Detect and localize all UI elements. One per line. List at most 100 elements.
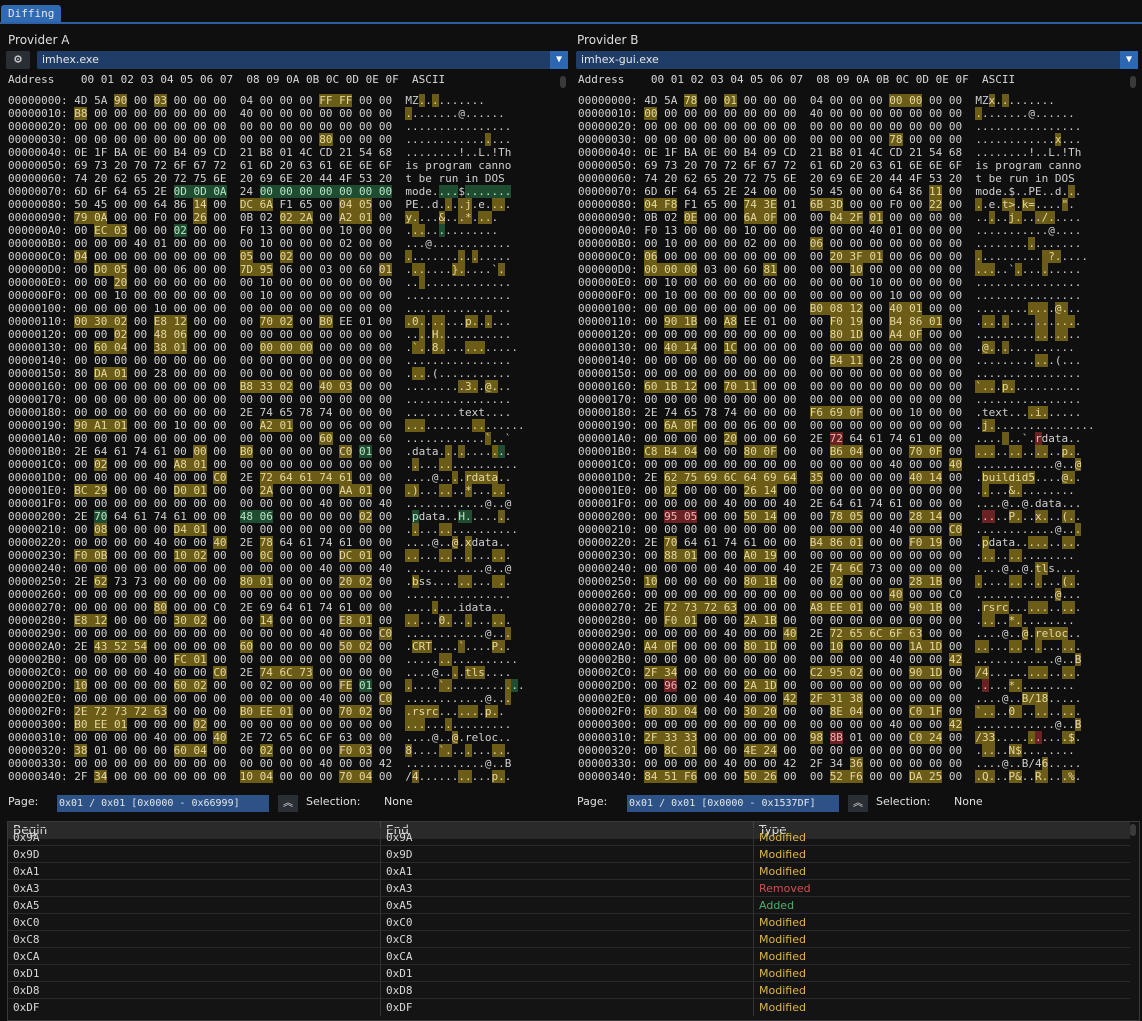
table-row[interactable]: 0xC8 0xC8 Modified xyxy=(8,930,1130,948)
hex-a-row[interactable]: 00000040: 0E 1F BA 0E 00 B4 09 CD 21 B8 … xyxy=(8,146,556,159)
hex-b-row[interactable]: 000002F0: 60 8D 04 00 00 30 20 00 00 8E … xyxy=(578,705,1126,718)
hex-b-row[interactable]: 00000170: 00 00 00 00 00 00 00 00 00 00 … xyxy=(578,393,1126,406)
hex-b-row[interactable]: 00000250: 10 00 00 00 00 80 1B 00 00 02 … xyxy=(578,575,1126,588)
hex-a-row[interactable]: 000002E0: 00 00 00 00 00 00 00 00 00 00 … xyxy=(8,692,556,705)
hex-a-row[interactable]: 00000230: F0 0B 00 00 00 10 02 00 00 0C … xyxy=(8,549,556,562)
hex-b-row[interactable]: 000002B0: 00 00 00 00 00 00 00 00 00 00 … xyxy=(578,653,1126,666)
hex-b-row[interactable]: 00000270: 2E 72 73 72 63 00 00 00 A8 EE … xyxy=(578,601,1126,614)
hex-a-row[interactable]: 00000150: 80 DA 01 00 28 00 00 00 00 00 … xyxy=(8,367,556,380)
hex-a-row[interactable]: 00000290: 00 00 00 00 00 00 00 00 00 00 … xyxy=(8,627,556,640)
hex-a-row[interactable]: 00000190: 90 A1 01 00 00 10 00 00 00 A2 … xyxy=(8,419,556,432)
scrollbar-a[interactable] xyxy=(560,76,566,88)
hex-b-row[interactable]: 00000190: 00 6A 0F 00 00 06 00 00 00 00 … xyxy=(578,419,1126,432)
table-row[interactable]: 0xD1 0xD1 Modified xyxy=(8,964,1130,982)
hex-b-row[interactable]: 000002E0: 00 00 00 00 40 00 00 42 2F 31 … xyxy=(578,692,1126,705)
hex-a-row[interactable]: 00000130: 00 60 04 00 38 01 00 00 00 00 … xyxy=(8,341,556,354)
hex-a-row[interactable]: 00000060: 74 20 62 65 20 72 75 6E 20 69 … xyxy=(8,172,556,185)
hex-a-row[interactable]: 000001B0: 2E 64 61 74 61 00 00 00 B0 00 … xyxy=(8,445,556,458)
hex-b-row[interactable]: 00000280: 00 F0 01 00 00 2A 1B 00 00 00 … xyxy=(578,614,1126,627)
hex-b-row[interactable]: 000001A0: 00 00 00 00 20 00 00 60 2E 72 … xyxy=(578,432,1126,445)
hex-a-row[interactable]: 00000120: 00 00 02 00 48 06 00 00 00 00 … xyxy=(8,328,556,341)
table-row[interactable]: 0xD8 0xD8 Modified xyxy=(8,981,1130,999)
table-row[interactable]: 0xDF 0xDF Modified xyxy=(8,998,1130,1016)
hex-b-row[interactable]: 00000240: 00 00 00 00 40 00 00 40 2E 74 … xyxy=(578,562,1126,575)
hex-b-row[interactable]: 00000070: 6D 6F 64 65 2E 24 00 00 50 45 … xyxy=(578,185,1126,198)
hex-a-row[interactable]: 000001C0: 00 02 00 00 00 A8 01 00 00 00 … xyxy=(8,458,556,471)
hex-a-row[interactable]: 000000A0: 00 EC 03 00 00 02 00 00 F0 13 … xyxy=(8,224,556,237)
hex-b-row[interactable]: 00000010: 00 00 00 00 00 00 00 00 40 00 … xyxy=(578,107,1126,120)
hex-b-row[interactable]: 00000080: 04 F8 F1 65 00 74 3E 01 6B 3D … xyxy=(578,198,1126,211)
hex-a-row[interactable]: 000000C0: 04 00 00 00 00 00 00 00 05 00 … xyxy=(8,250,556,263)
tab-diffing[interactable]: Diffing xyxy=(1,5,62,22)
hex-a-row[interactable]: 00000280: E8 12 00 00 00 30 02 00 00 14 … xyxy=(8,614,556,627)
double-chevron-up-icon[interactable]: ︽ xyxy=(278,795,298,812)
hex-a-row[interactable]: 000001E0: BC 29 00 00 00 D0 01 00 00 2A … xyxy=(8,484,556,497)
hex-a-row[interactable]: 00000180: 00 00 00 00 00 00 00 00 2E 74 … xyxy=(8,406,556,419)
hex-a-row[interactable]: 000000B0: 00 00 00 40 01 00 00 00 00 10 … xyxy=(8,237,556,250)
hex-b-row[interactable]: 00000210: 00 00 00 00 00 00 00 00 00 00 … xyxy=(578,523,1126,536)
hex-a-row[interactable]: 00000320: 38 01 00 00 00 60 04 00 00 02 … xyxy=(8,744,556,757)
table-row[interactable]: 0xA1 0xA1 Modified xyxy=(8,862,1130,880)
hex-a-row[interactable]: 00000110: 00 30 02 00 E8 12 00 00 00 70 … xyxy=(8,315,556,328)
hex-a-row[interactable]: 000002B0: 00 00 00 00 00 FC 01 00 00 00 … xyxy=(8,653,556,666)
hex-b-row[interactable]: 000000E0: 00 10 00 00 00 00 00 00 00 00 … xyxy=(578,276,1126,289)
hex-a-row[interactable]: 00000090: 79 0A 00 00 F0 00 26 00 0B 02 … xyxy=(8,211,556,224)
hex-b-row[interactable]: 00000110: 00 90 1B 00 A8 EE 01 00 00 F0 … xyxy=(578,315,1126,328)
hex-b-row[interactable]: 000000C0: 06 00 00 00 00 00 00 00 00 20 … xyxy=(578,250,1126,263)
hex-view-a[interactable]: 00000000: 4D 5A 90 00 03 00 00 00 04 00 … xyxy=(8,94,556,790)
page-input-b[interactable]: 0x01 / 0x01 [0x0000 - 0x1537DF] xyxy=(627,795,839,812)
table-row[interactable]: 0xCA 0xCA Modified xyxy=(8,947,1130,965)
hex-b-row[interactable]: 00000040: 0E 1F BA 0E 00 B4 09 CD 21 B8 … xyxy=(578,146,1126,159)
hex-b-row[interactable]: 000001C0: 00 00 00 00 00 00 00 00 00 00 … xyxy=(578,458,1126,471)
table-scrollbar[interactable] xyxy=(1130,824,1136,836)
hex-b-row[interactable]: 000000B0: 00 10 00 00 00 02 00 00 06 00 … xyxy=(578,237,1126,250)
hex-a-row[interactable]: 00000020: 00 00 00 00 00 00 00 00 00 00 … xyxy=(8,120,556,133)
hex-a-row[interactable]: 000002A0: 2E 43 52 54 00 00 00 00 60 00 … xyxy=(8,640,556,653)
triangle-down-icon[interactable]: ▼ xyxy=(550,51,568,69)
hex-a-row[interactable]: 00000080: 50 45 00 00 64 86 14 00 DC 6A … xyxy=(8,198,556,211)
hex-a-row[interactable]: 00000240: 00 00 00 00 00 00 00 00 00 00 … xyxy=(8,562,556,575)
hex-a-row[interactable]: 00000010: B8 00 00 00 00 00 00 00 40 00 … xyxy=(8,107,556,120)
scrollbar-b[interactable] xyxy=(1130,76,1136,88)
hex-b-row[interactable]: 000002D0: 00 96 02 00 00 2A 1D 00 00 00 … xyxy=(578,679,1126,692)
hex-a-row[interactable]: 000000E0: 00 00 20 00 00 00 00 00 00 10 … xyxy=(8,276,556,289)
hex-a-row[interactable]: 00000170: 00 00 00 00 00 00 00 00 00 00 … xyxy=(8,393,556,406)
hex-b-row[interactable]: 000001F0: 00 00 00 00 40 00 00 40 2E 64 … xyxy=(578,497,1126,510)
hex-a-row[interactable]: 00000050: 69 73 20 70 72 6F 67 72 61 6D … xyxy=(8,159,556,172)
hex-b-row[interactable]: 000002A0: A4 0F 00 00 00 80 1D 00 00 10 … xyxy=(578,640,1126,653)
hex-a-row[interactable]: 00000260: 00 00 00 00 00 00 00 00 00 00 … xyxy=(8,588,556,601)
gear-icon[interactable]: ⚙ xyxy=(6,51,30,69)
hex-a-row[interactable]: 00000200: 2E 70 64 61 74 61 00 00 48 06 … xyxy=(8,510,556,523)
hex-a-row[interactable]: 000001A0: 00 00 00 00 00 00 00 00 00 00 … xyxy=(8,432,556,445)
hex-b-row[interactable]: 000001E0: 00 02 00 00 00 26 14 00 00 00 … xyxy=(578,484,1126,497)
provider-a-select[interactable]: imhex.exe ▼ xyxy=(37,51,568,69)
hex-b-row[interactable]: 00000140: 00 00 00 00 00 00 00 00 00 B4 … xyxy=(578,354,1126,367)
hex-b-row[interactable]: 000001D0: 2E 62 75 69 6C 64 69 64 35 00 … xyxy=(578,471,1126,484)
hex-a-row[interactable]: 00000310: 00 00 00 00 40 00 00 40 2E 72 … xyxy=(8,731,556,744)
hex-a-row[interactable]: 00000270: 00 00 00 00 80 00 00 C0 2E 69 … xyxy=(8,601,556,614)
provider-b-select[interactable]: imhex-gui.exe ▼ xyxy=(576,51,1138,69)
hex-a-row[interactable]: 000002F0: 2E 72 73 72 63 00 00 00 B0 EE … xyxy=(8,705,556,718)
hex-a-row[interactable]: 000001D0: 00 00 00 00 40 00 00 C0 2E 72 … xyxy=(8,471,556,484)
hex-a-row[interactable]: 00000220: 00 00 00 00 40 00 00 40 2E 78 … xyxy=(8,536,556,549)
hex-b-row[interactable]: 000002C0: 2F 34 00 00 00 00 00 00 C2 95 … xyxy=(578,666,1126,679)
hex-b-row[interactable]: 00000260: 00 00 00 00 00 00 00 00 00 00 … xyxy=(578,588,1126,601)
hex-b-row[interactable]: 00000320: 00 8C 01 00 00 4E 24 00 00 00 … xyxy=(578,744,1126,757)
hex-b-row[interactable]: 00000300: 00 00 00 00 00 00 00 00 00 00 … xyxy=(578,718,1126,731)
hex-a-row[interactable]: 000000D0: 00 D0 05 00 00 06 00 00 7D 95 … xyxy=(8,263,556,276)
hex-b-row[interactable]: 00000310: 2F 33 33 00 00 00 00 00 98 8B … xyxy=(578,731,1126,744)
hex-a-row[interactable]: 00000160: 00 00 00 00 00 00 00 00 B8 33 … xyxy=(8,380,556,393)
table-row[interactable]: 0xC0 0xC0 Modified xyxy=(8,913,1130,931)
hex-a-row[interactable]: 00000030: 00 00 00 00 00 00 00 00 00 00 … xyxy=(8,133,556,146)
hex-a-row[interactable]: 00000000: 4D 5A 90 00 03 00 00 00 04 00 … xyxy=(8,94,556,107)
hex-a-row[interactable]: 00000340: 2F 34 00 00 00 00 00 00 10 04 … xyxy=(8,770,556,783)
table-row[interactable]: 0xA5 0xA5 Added xyxy=(8,896,1130,914)
hex-b-row[interactable]: 00000030: 00 00 00 00 00 00 00 00 00 00 … xyxy=(578,133,1126,146)
hex-b-row[interactable]: 00000220: 2E 70 64 61 74 61 00 00 B4 86 … xyxy=(578,536,1126,549)
hex-b-row[interactable]: 00000060: 74 20 62 65 20 72 75 6E 20 69 … xyxy=(578,172,1126,185)
hex-a-row[interactable]: 00000330: 00 00 00 00 00 00 00 00 00 00 … xyxy=(8,757,556,770)
hex-a-row[interactable]: 00000250: 2E 62 73 73 00 00 00 00 80 01 … xyxy=(8,575,556,588)
hex-b-row[interactable]: 000000D0: 00 00 00 03 00 60 81 00 00 00 … xyxy=(578,263,1126,276)
hex-a-row[interactable]: 00000300: B0 EE 01 00 00 00 02 00 00 00 … xyxy=(8,718,556,731)
hex-b-row[interactable]: 00000120: 00 00 00 00 00 00 00 00 00 80 … xyxy=(578,328,1126,341)
